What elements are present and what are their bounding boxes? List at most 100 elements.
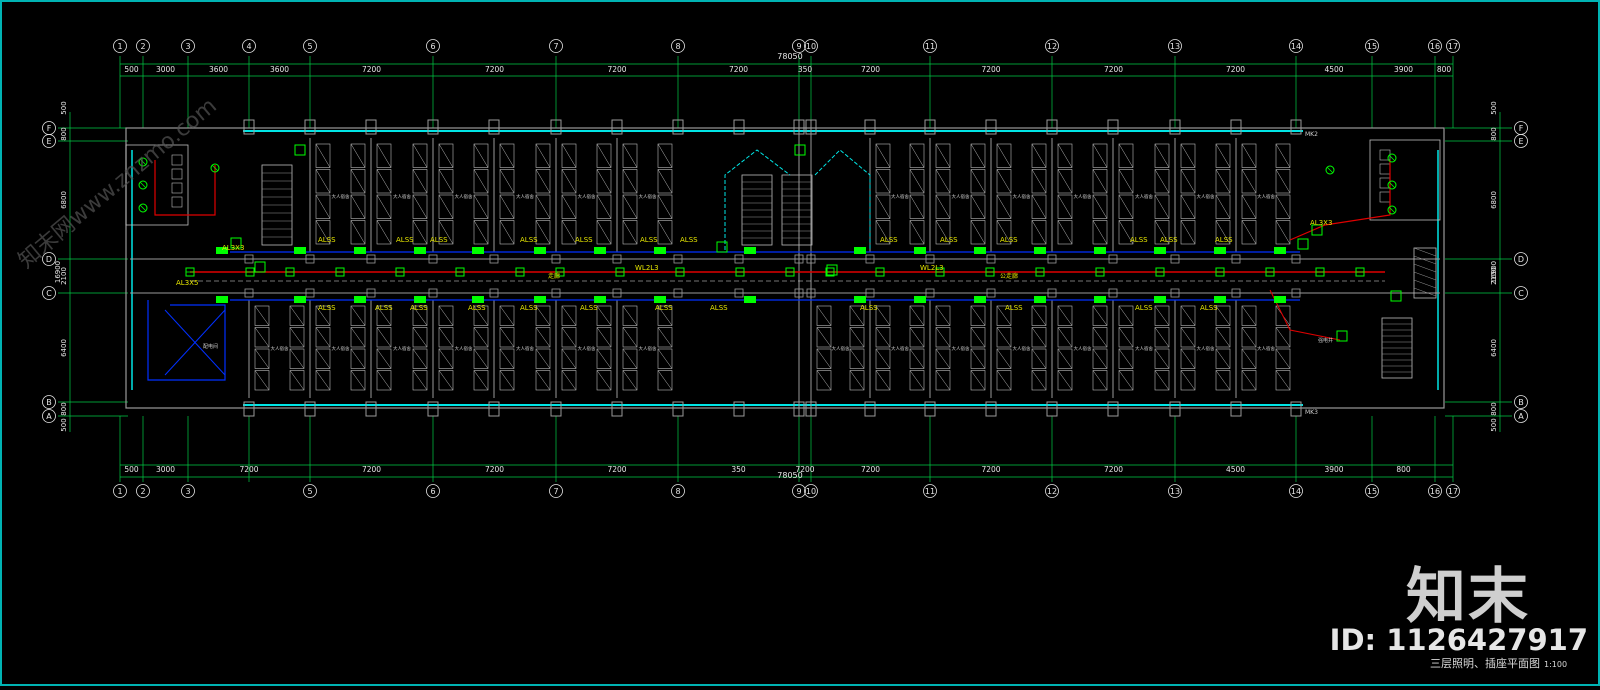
panel-label-left-mid: AL3X5 (176, 279, 198, 287)
bed-diagonal (622, 143, 638, 168)
corridor-label-left: 走廊 (548, 272, 560, 280)
circuit-label: ALSS (860, 304, 878, 312)
dim-text-bottom: 800 (1396, 465, 1411, 474)
bed-diagonal (473, 348, 489, 369)
bed-diagonal (438, 169, 454, 194)
dim-text-top: 7200 (729, 65, 748, 74)
dim-text-top: 3600 (209, 65, 228, 74)
dim-text-right: 800 (1490, 402, 1498, 415)
axis-bubble-top-label: 14 (1291, 42, 1301, 51)
bed-diagonal (875, 370, 891, 391)
room-label: 大人宿舍 (891, 193, 909, 200)
bed-diagonal (350, 327, 366, 348)
bed-diagonal (1180, 370, 1196, 391)
bed-diagonal (996, 169, 1012, 194)
fixture-south (354, 296, 366, 303)
shaft-hatch (1413, 263, 1437, 273)
shaft-hatch (1413, 287, 1437, 297)
dim-text-top: 7200 (861, 65, 880, 74)
circuit-label: ALSS (410, 304, 428, 312)
axis-bubble-bottom-label: 6 (430, 487, 435, 496)
fixture-south (744, 296, 756, 303)
fixture-north (472, 247, 484, 254)
circuit-label: ALSS (375, 304, 393, 312)
bed-diagonal (350, 370, 366, 391)
axis-bubble-right-label: F (1519, 124, 1524, 133)
axis-bubble-top-label: 9 (796, 42, 801, 51)
room-label: 大人宿舍 (516, 193, 534, 200)
bed-diagonal (1154, 143, 1170, 168)
axis-bubble-bottom-label: 13 (1170, 487, 1180, 496)
bed-diagonal (499, 194, 515, 219)
room-label: 大人宿舍 (952, 345, 970, 352)
circuit-label: ALSS (520, 236, 538, 244)
bed-diagonal (535, 348, 551, 369)
bed-diagonal (315, 348, 331, 369)
drawing-scale: 1:100 (1544, 660, 1568, 669)
bed-diagonal (849, 327, 865, 348)
axis-bubble-bottom-label: 15 (1367, 487, 1377, 496)
bed-diagonal (499, 220, 515, 245)
bed-diagonal (849, 370, 865, 391)
axis-bubble-left-label: C (46, 289, 52, 298)
wall-lamp-cross (139, 204, 147, 212)
bed-diagonal (1118, 370, 1134, 391)
bed-diagonal (996, 327, 1012, 348)
room-label: 大人宿舍 (639, 345, 657, 352)
bed-diagonal (596, 305, 612, 326)
bed-diagonal (909, 348, 925, 369)
bed-diagonal (412, 348, 428, 369)
bed-diagonal (289, 305, 305, 326)
bed-diagonal (1215, 348, 1231, 369)
fixture-south (472, 296, 484, 303)
bed-diagonal (935, 194, 951, 219)
bed-diagonal (473, 143, 489, 168)
bed-diagonal (289, 327, 305, 348)
fixture-north (974, 247, 986, 254)
dim-text-top: 7200 (607, 65, 626, 74)
bed-diagonal (1031, 143, 1047, 168)
cad-floor-plan: 1 2 3 4 5 6 7 8 9 10 11 12 13 14 15 16 17 1 2 3 5 6 7 8 9 10 11 12 1… (0, 0, 1600, 686)
bed-diagonal (1154, 305, 1170, 326)
circuit-label: ALSS (1130, 236, 1148, 244)
bed-diagonal (996, 370, 1012, 391)
restroom-east (1369, 139, 1441, 221)
dim-text-right: 16900 (1490, 261, 1498, 283)
bed-diagonal (254, 305, 270, 326)
bed-diagonal (935, 370, 951, 391)
circuit-label: ALSS (640, 236, 658, 244)
bed-diagonal (909, 194, 925, 219)
axis-bubble-right-label: B (1518, 398, 1524, 407)
toilet-stall (171, 196, 183, 208)
bed-diagonal (622, 327, 638, 348)
dim-text-bottom: 7200 (362, 465, 381, 474)
dorm-rooms: 大人宿舍 大人宿舍 大人宿舍 大人宿舍 大人宿舍 大人宿舍 大人宿舍 大人宿舍 大人宿舍 大人宿舍… (125, 138, 1441, 398)
axis-bubble-top-label: 4 (246, 42, 251, 51)
bed-diagonal (1180, 220, 1196, 245)
fixture-north (1034, 247, 1046, 254)
bed-diagonal (535, 305, 551, 326)
bed-diagonal (315, 194, 331, 219)
dim-text-bottom: 500 (124, 465, 139, 474)
bed-diagonal (1275, 143, 1291, 168)
bed-diagonal (1180, 348, 1196, 369)
room-label: 大人宿舍 (1013, 193, 1031, 200)
restroom-circuit-east (1289, 160, 1391, 241)
bed-diagonal (535, 169, 551, 194)
room-label: 大人宿舍 (271, 345, 289, 352)
bed-diagonal (622, 169, 638, 194)
bed-diagonal (909, 143, 925, 168)
dim-text-top: 7200 (981, 65, 1000, 74)
room-label: 大人宿舍 (1135, 345, 1153, 352)
bed-diagonal (499, 348, 515, 369)
bed-diagonal (561, 348, 577, 369)
axis-bubble-bottom-label: 7 (553, 487, 558, 496)
bed-diagonal (657, 370, 673, 391)
dim-text-bottom: 350 (731, 465, 746, 474)
dim-text-left: 500 (60, 101, 68, 114)
circuit-label: ALSS (710, 304, 728, 312)
circuit-label: ALSS (1200, 304, 1218, 312)
bed-diagonal (909, 220, 925, 245)
axis-bubble-bottom-label: 11 (925, 487, 935, 496)
brand-watermark-id: ID: 1126427917 (1329, 623, 1588, 657)
